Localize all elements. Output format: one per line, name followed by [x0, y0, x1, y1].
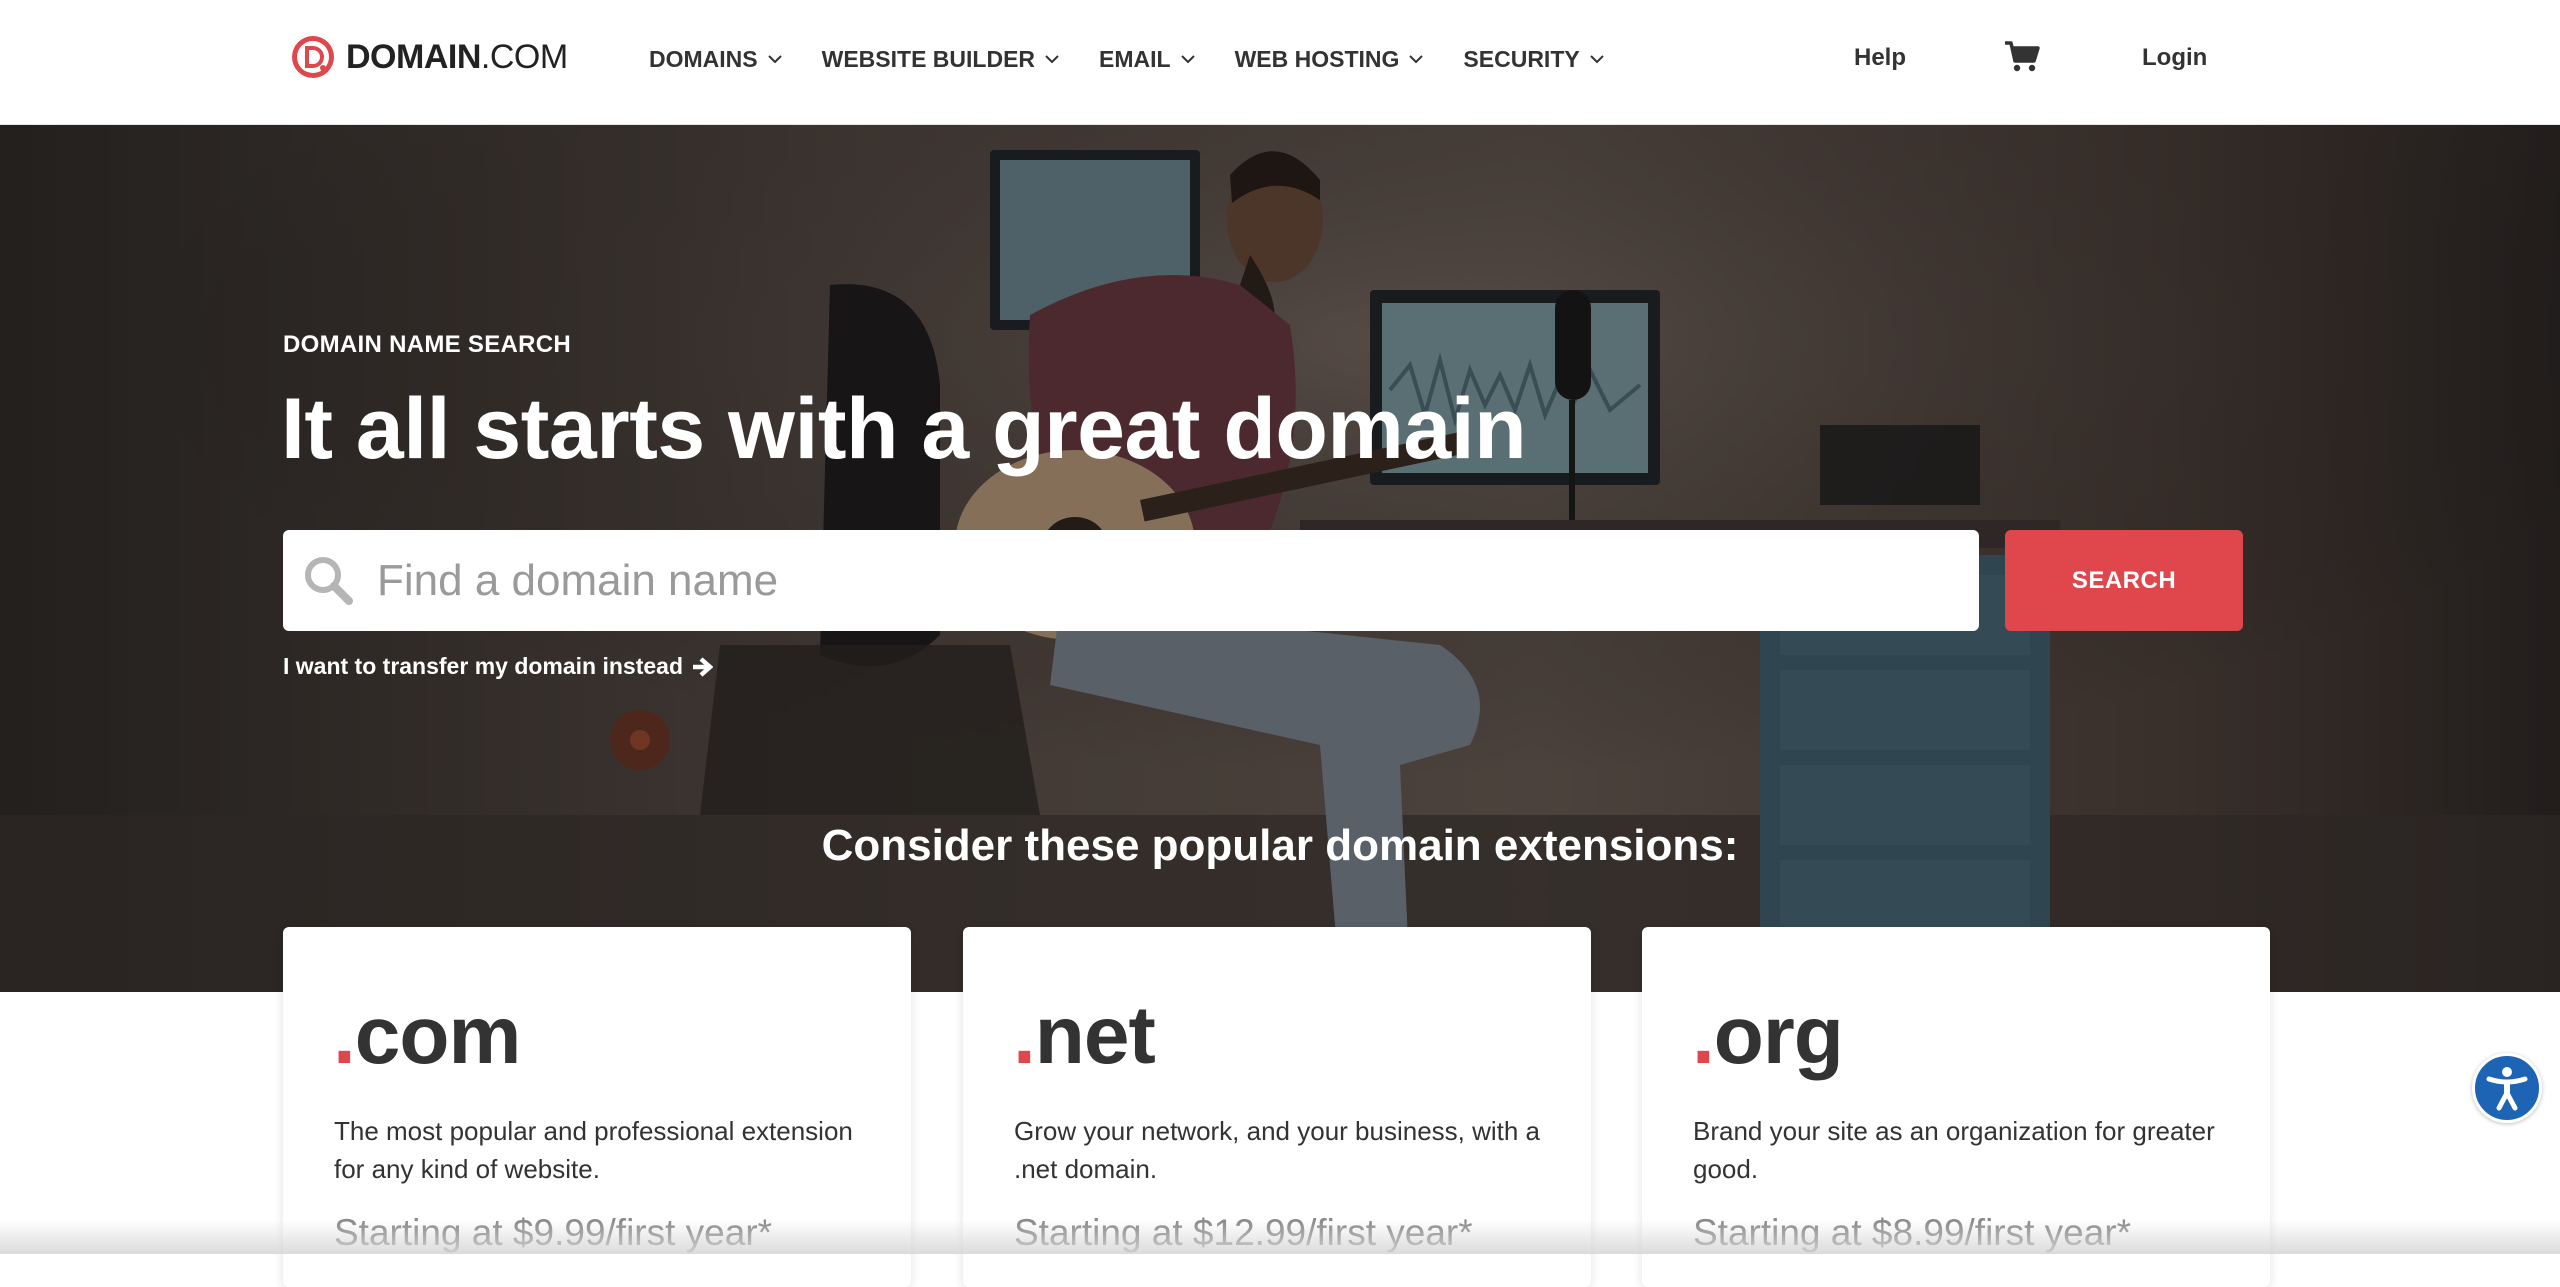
extension-description: The most popular and professional extens…: [334, 1116, 853, 1184]
extensions-heading: Consider these popular domain extensions…: [821, 821, 1739, 870]
extension-name: .com: [333, 990, 521, 1081]
chevron-down-icon: [1409, 54, 1424, 63]
transfer-link-label: I want to transfer my domain instead: [283, 653, 684, 679]
bottom-fade: [0, 1220, 2560, 1254]
nav-item-website-builder[interactable]: WEBSITE BUILDER: [822, 46, 1059, 73]
nav-item-label: WEB HOSTING: [1234, 45, 1400, 72]
site-header: DOMAIN.COM DOMAINS WEBSITE BUILDER EMAIL…: [0, 0, 2560, 125]
extension-description: Grow your network, and your business, wi…: [1014, 1116, 1541, 1184]
transfer-domain-link[interactable]: I want to transfer my domain instead: [283, 653, 714, 680]
nav-item-security[interactable]: SECURITY: [1463, 45, 1604, 73]
shopping-cart-icon[interactable]: [2004, 40, 2040, 72]
domain-search-input[interactable]: [377, 555, 1937, 606]
logo-mark-icon: [292, 36, 334, 78]
nav-item-label: DOMAINS: [649, 45, 758, 72]
domain-com-logo[interactable]: DOMAIN.COM: [290, 33, 568, 81]
nav-item-label: WEBSITE BUILDER: [821, 45, 1036, 72]
chevron-down-icon: [767, 54, 782, 63]
hero-headline: It all starts with a great domain: [281, 381, 1527, 477]
nav-item-domains[interactable]: DOMAINS: [649, 46, 782, 73]
arrow-right-icon: [693, 656, 714, 677]
hero-section: DOMAIN NAME SEARCH It all starts with a …: [0, 125, 2560, 992]
help-link[interactable]: Help: [1854, 44, 1906, 72]
accessibility-icon: [2486, 1067, 2528, 1111]
search-button[interactable]: SEARCH: [2005, 530, 2243, 631]
hero-eyebrow: DOMAIN NAME SEARCH: [283, 331, 572, 358]
domain-search-box: [283, 530, 1979, 631]
login-link[interactable]: Login: [2142, 44, 2207, 72]
nav-item-label: EMAIL: [1099, 45, 1171, 72]
extension-name: .org: [1692, 990, 1844, 1081]
chevron-down-icon: [1045, 54, 1059, 63]
nav-item-web-hosting[interactable]: WEB HOSTING: [1235, 46, 1424, 73]
extension-name: .net: [1013, 990, 1156, 1081]
logo-wordmark: DOMAIN.COM: [346, 37, 568, 76]
extension-description: Brand your site as an organization for g…: [1693, 1116, 2215, 1184]
chevron-down-icon: [1590, 54, 1604, 63]
accessibility-button[interactable]: [2472, 1053, 2542, 1123]
search-icon: [305, 556, 353, 605]
chevron-down-icon: [1180, 54, 1195, 63]
nav-item-label: SECURITY: [1463, 45, 1580, 72]
nav-item-email[interactable]: EMAIL: [1099, 46, 1195, 73]
main-nav: DOMAINS WEBSITE BUILDER EMAIL WEB HOSTIN…: [649, 42, 1644, 76]
